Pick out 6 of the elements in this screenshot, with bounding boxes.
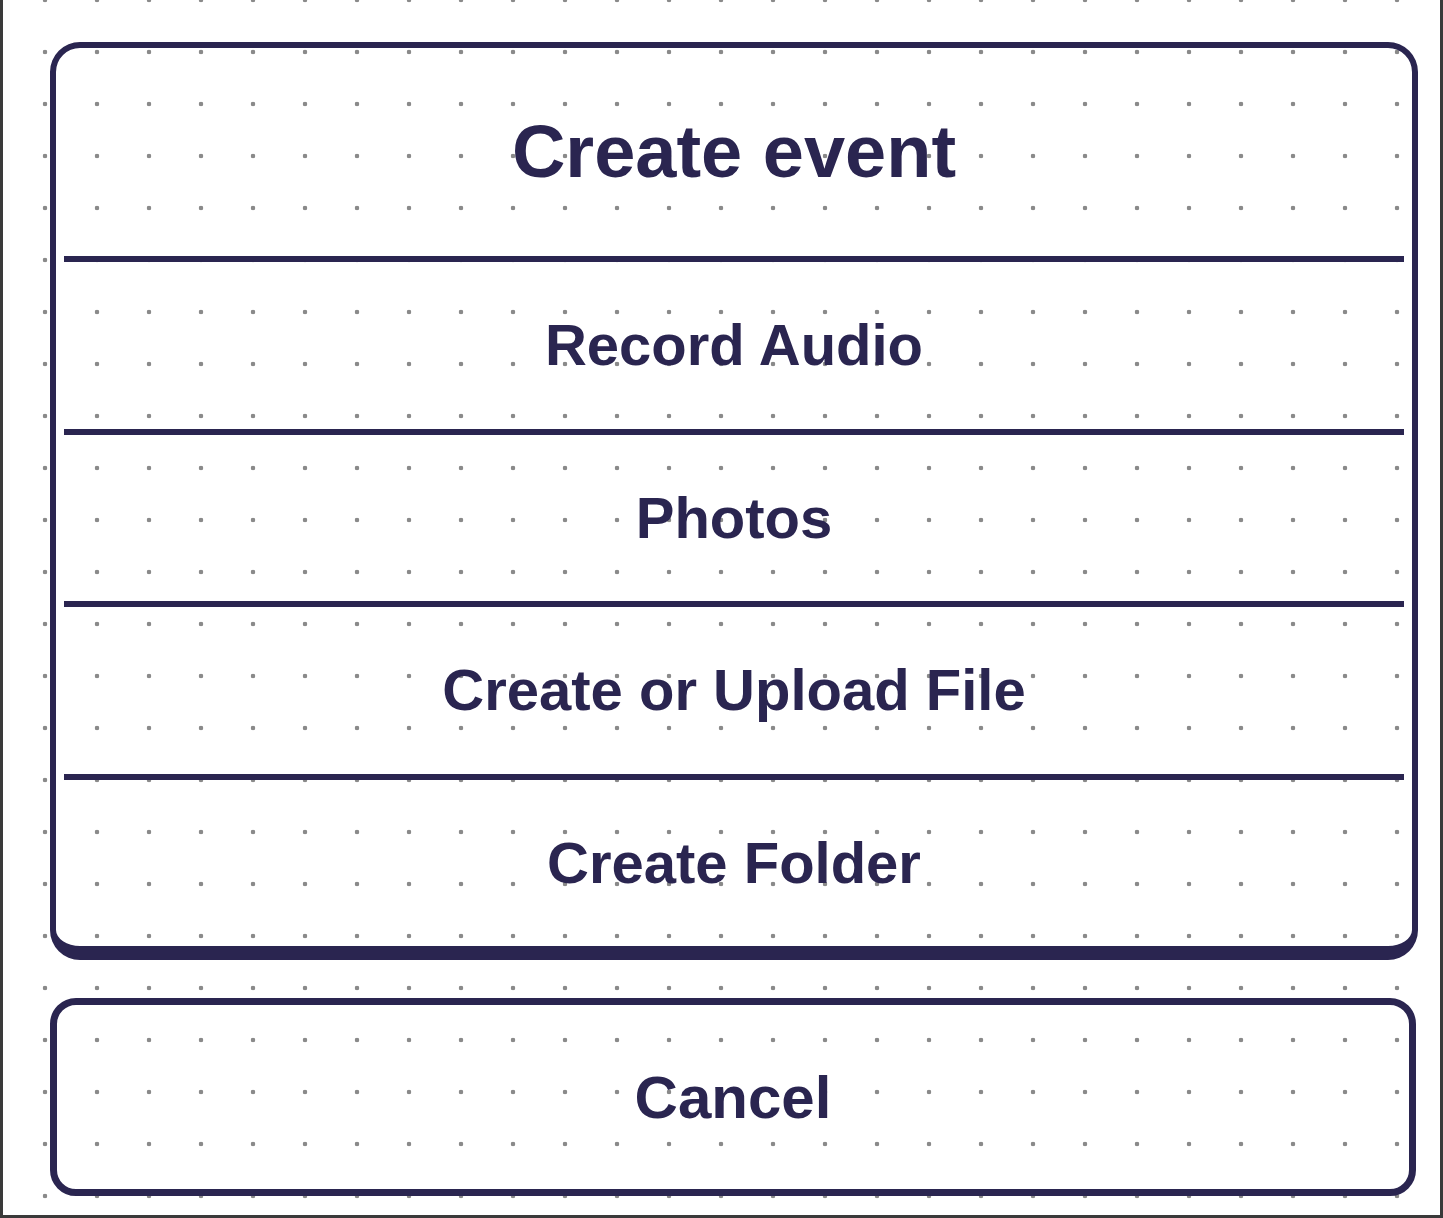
- menu-action[interactable]: Photos: [64, 428, 1404, 601]
- menu-action[interactable]: Record Audio: [64, 256, 1404, 429]
- menu-action[interactable]: Create or Upload File: [64, 601, 1404, 774]
- menu-action[interactable]: Create Folder: [64, 773, 1404, 946]
- cancel-button[interactable]: Cancel: [50, 998, 1416, 1196]
- sheet-title: Create event: [511, 111, 957, 193]
